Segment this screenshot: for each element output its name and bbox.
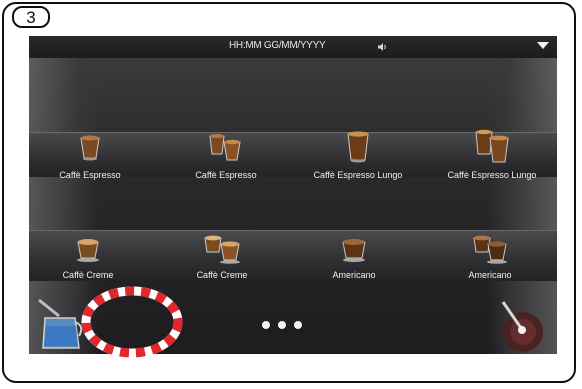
product-label: Caffè Espresso (195, 170, 257, 180)
double-creme-cup-icon (204, 235, 240, 264)
single-creme-cup-icon (77, 239, 99, 262)
single-lungo-cup-icon (347, 131, 369, 163)
highlight-ring (81, 286, 183, 358)
double-americano-cup-icon (473, 235, 507, 264)
speaker-icon[interactable] (378, 43, 388, 51)
step-number-badge: 3 (12, 6, 50, 28)
product-label: Americano (468, 270, 512, 280)
status-bar: HH:MM GG/MM/YYYY (29, 36, 557, 58)
double-espresso-cup-icon (209, 134, 241, 161)
page-dot-2[interactable] (278, 321, 286, 329)
product-label: Americano (332, 270, 376, 280)
product-label: Caffè Espresso Lungo (447, 170, 537, 180)
steam-wand-icon[interactable] (493, 298, 549, 354)
single-espresso-cup-icon (80, 135, 100, 161)
page-dot-3[interactable] (294, 321, 302, 329)
double-lungo-cup-icon (475, 129, 509, 163)
product-caffe-espresso[interactable]: Caffè Espresso (29, 128, 153, 208)
date-time-readout: HH:MM GG/MM/YYYY (229, 40, 326, 51)
page-indicator[interactable] (262, 321, 302, 329)
product-label: Caffè Creme (196, 270, 248, 280)
product-label: Caffè Creme (62, 270, 114, 280)
product-caffe-espresso-lungo-double[interactable]: Caffè Espresso Lungo (429, 128, 555, 208)
product-caffe-espresso-lungo[interactable]: Caffè Espresso Lungo (295, 128, 421, 208)
product-label: Caffè Espresso (59, 170, 121, 180)
product-caffe-espresso-double[interactable]: Caffè Espresso (163, 128, 289, 208)
page-dot-1[interactable] (262, 321, 270, 329)
single-americano-cup-icon (342, 239, 366, 262)
product-americano[interactable]: Americano (291, 230, 417, 310)
product-label: Caffè Espresso Lungo (313, 170, 403, 180)
chevron-down-icon[interactable] (537, 42, 549, 49)
